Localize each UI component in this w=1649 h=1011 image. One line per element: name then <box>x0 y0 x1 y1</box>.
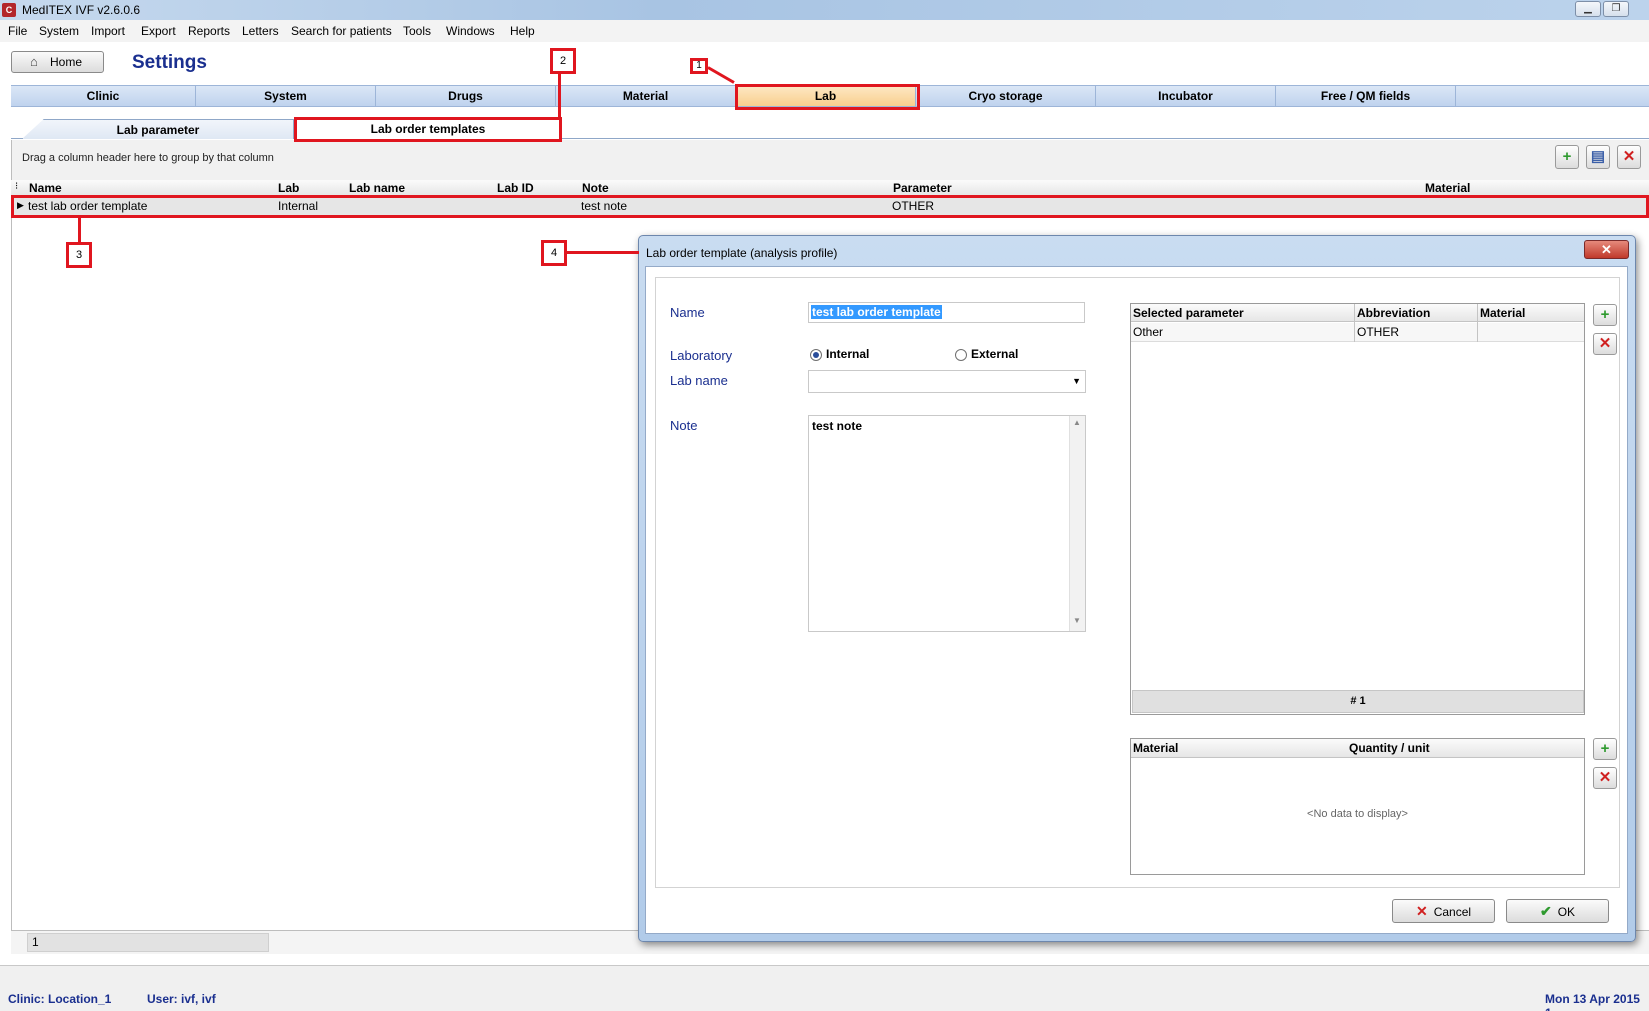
parameter-table-footer: # 1 <box>1132 690 1584 713</box>
add-icon: + <box>1600 740 1610 757</box>
selected-parameter-table <box>1130 303 1585 715</box>
name-field[interactable]: test lab order template <box>808 302 1085 323</box>
copy-icon: ▤ <box>1590 148 1606 165</box>
radio-external[interactable] <box>955 349 967 361</box>
page-title: Settings <box>132 52 207 73</box>
ok-button-label: OK <box>1557 905 1576 919</box>
annotation-marker-1: 1 <box>690 58 708 74</box>
menu-tools[interactable]: Tools <box>403 24 431 38</box>
annotation-marker-4: 4 <box>541 240 567 266</box>
app-logo-icon: C <box>2 3 16 17</box>
grid-record-count: 1 <box>27 933 269 952</box>
name-label: Name <box>670 305 705 320</box>
scroll-down-icon[interactable]: ▼ <box>1073 616 1081 625</box>
restore-button[interactable]: ❐ <box>1603 1 1629 17</box>
title-bar: C MedITEX IVF v2.6.0.6 ▁ ❐ <box>0 0 1649 20</box>
material-table <box>1130 738 1585 875</box>
add-material-button[interactable]: + <box>1593 738 1617 760</box>
annotation-connector-2 <box>558 74 561 118</box>
note-value: test note <box>812 419 863 433</box>
status-user: User: ivf, ivf <box>147 992 216 1006</box>
menu-system[interactable]: System <box>39 24 79 38</box>
annotation-marker-2: 2 <box>550 48 576 74</box>
annotation-connector-3 <box>78 218 81 242</box>
radio-internal[interactable] <box>810 349 822 361</box>
status-clinic: Clinic: Location_1 <box>8 992 112 1006</box>
cancel-icon: ✕ <box>1415 903 1428 919</box>
cancel-button-label: Cancel <box>1433 905 1472 919</box>
delete-icon: ✕ <box>1622 148 1636 165</box>
delete-template-button[interactable]: ✕ <box>1617 145 1641 169</box>
column-divider <box>1477 304 1478 342</box>
lab-name-label: Lab name <box>670 373 728 388</box>
menu-import[interactable]: Import <box>91 24 125 38</box>
tab-free-qm-fields[interactable]: Free / QM fields <box>1276 86 1456 106</box>
menu-windows[interactable]: Windows <box>446 24 495 38</box>
home-icon: ⌂ <box>30 54 38 69</box>
menu-help[interactable]: Help <box>510 24 535 38</box>
group-by-hint: Drag a column header here to group by th… <box>22 152 274 164</box>
menu-file[interactable]: File <box>8 24 27 38</box>
chevron-down-icon[interactable]: ▼ <box>1072 376 1081 386</box>
add-icon: + <box>1600 306 1610 323</box>
remove-material-button[interactable]: ✕ <box>1593 767 1617 789</box>
window-title: MedITEX IVF v2.6.0.6 <box>22 3 141 17</box>
column-divider <box>1354 304 1355 342</box>
column-header-material[interactable]: Material <box>1133 741 1178 755</box>
tab-drugs[interactable]: Drugs <box>376 86 556 106</box>
laboratory-label: Laboratory <box>670 348 733 363</box>
lab-name-select[interactable]: ▼ <box>808 370 1086 393</box>
subtab-lab-parameter[interactable]: Lab parameter <box>22 119 294 139</box>
delete-icon: ✕ <box>1598 769 1612 786</box>
radio-internal-label[interactable]: Internal <box>826 347 869 361</box>
add-icon: + <box>1562 148 1572 165</box>
material-empty-text: <No data to display> <box>1307 808 1408 820</box>
menu-reports[interactable]: Reports <box>188 24 230 38</box>
annotation-connector-4 <box>567 251 639 254</box>
check-icon: ✔ <box>1539 903 1552 919</box>
annotation-connector-1 <box>707 66 735 84</box>
tab-material[interactable]: Material <box>556 86 736 106</box>
column-header-quantity-unit[interactable]: Quantity / unit <box>1349 741 1430 755</box>
cancel-button[interactable]: ✕ Cancel <box>1392 899 1495 923</box>
note-scrollbar[interactable]: ▲ ▼ <box>1069 416 1085 631</box>
status-date: Mon 13 Apr 2015 1 <box>1545 992 1640 1011</box>
add-parameter-button[interactable]: + <box>1593 304 1617 326</box>
column-chooser-icon[interactable]: ⁝ <box>15 181 18 192</box>
tab-cryo-storage[interactable]: Cryo storage <box>916 86 1096 106</box>
menu-search-patients[interactable]: Search for patients <box>291 24 392 38</box>
copy-template-button[interactable]: ▤ <box>1586 145 1610 169</box>
tab-system[interactable]: System <box>196 86 376 106</box>
dialog-title: Lab order template (analysis profile) <box>646 246 838 260</box>
home-button-label: Home <box>50 55 83 69</box>
note-textarea[interactable] <box>808 415 1086 632</box>
delete-icon: ✕ <box>1598 335 1612 352</box>
column-header-selected-parameter[interactable]: Selected parameter <box>1133 305 1244 321</box>
note-label: Note <box>670 418 698 433</box>
annotation-marker-3: 3 <box>66 242 92 268</box>
ok-button[interactable]: ✔ OK <box>1506 899 1609 923</box>
tab-clinic[interactable]: Clinic <box>11 86 196 106</box>
remove-parameter-button[interactable]: ✕ <box>1593 333 1617 355</box>
home-button[interactable]: ⌂ Home <box>11 51 104 73</box>
tab-incubator[interactable]: Incubator <box>1096 86 1276 106</box>
minimize-button[interactable]: ▁ <box>1575 1 1601 17</box>
cell-abbreviation[interactable]: OTHER <box>1357 325 1399 339</box>
annotation-box-1 <box>735 84 920 110</box>
menu-export[interactable]: Export <box>141 24 176 38</box>
annotation-box-2 <box>294 117 562 142</box>
name-field-value: test lab order template <box>811 305 942 319</box>
dialog-close-button[interactable]: ✕ <box>1584 240 1629 259</box>
cell-parameter[interactable]: Other <box>1133 325 1163 339</box>
menu-bar: File System Import Export Reports Letter… <box>0 20 1649 42</box>
scroll-up-icon[interactable]: ▲ <box>1073 418 1081 427</box>
column-header-param-material[interactable]: Material <box>1480 305 1525 321</box>
menu-letters[interactable]: Letters <box>242 24 279 38</box>
radio-external-label[interactable]: External <box>971 347 1018 361</box>
annotation-box-3 <box>11 195 1649 218</box>
add-template-button[interactable]: + <box>1555 145 1579 169</box>
status-bar <box>0 965 1649 1011</box>
column-header-abbreviation[interactable]: Abbreviation <box>1357 305 1430 321</box>
